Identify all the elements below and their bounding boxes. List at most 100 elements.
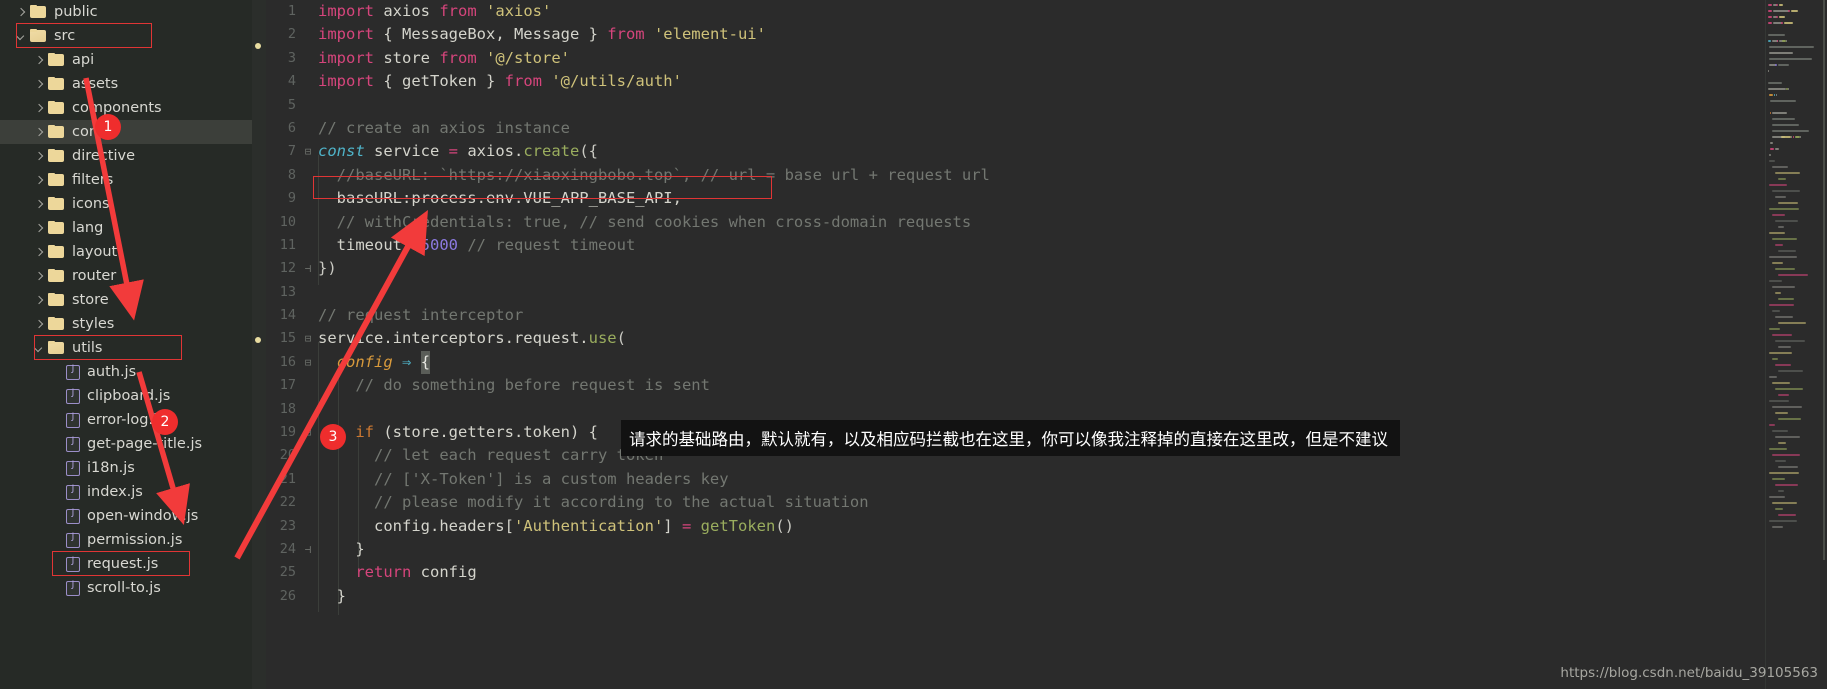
tree-item-components[interactable]: components xyxy=(0,96,252,120)
code-line[interactable]: 24 ⊣ } xyxy=(266,538,1827,561)
code-line[interactable]: 10 // withCredentials: true, // send coo… xyxy=(266,211,1827,234)
minimap-line-segment xyxy=(1772,190,1800,192)
code-line[interactable]: 23 config.headers['Authentication'] = ge… xyxy=(266,515,1827,538)
minimap-line-segment xyxy=(1778,298,1794,300)
minimap-line-segment xyxy=(1778,394,1789,396)
code-token: = xyxy=(681,516,692,535)
code-fold-toggle[interactable]: ⊟ xyxy=(300,327,316,350)
chevron-right-icon[interactable] xyxy=(32,126,45,139)
tree-item-store[interactable]: store xyxy=(0,288,252,312)
code-line[interactable]: 8 //baseURL: `https://xiaoxingbobo.top`,… xyxy=(266,164,1827,187)
chevron-right-icon[interactable] xyxy=(32,78,45,91)
code-line[interactable]: 9 baseURL:process.env.VUE_APP_BASE_API, xyxy=(266,187,1827,210)
code-token: { MessageBox, Message } xyxy=(374,25,608,44)
chevron-right-icon[interactable] xyxy=(14,6,27,19)
minimap-line-segment xyxy=(1768,40,1771,42)
tree-item-open-window-js[interactable]: open-window.js xyxy=(0,504,252,528)
tree-item-permission-js[interactable]: permission.js xyxy=(0,528,252,552)
chevron-down-icon[interactable] xyxy=(32,342,45,355)
chevron-right-icon[interactable] xyxy=(32,246,45,259)
editor-minimap[interactable] xyxy=(1765,0,1827,689)
tree-item-styles[interactable]: styles xyxy=(0,312,252,336)
code-line[interactable]: 11 timeout: 5000 // request timeout xyxy=(266,234,1827,257)
code-lines[interactable]: 1 import axios from 'axios' 2 import { Mess… xyxy=(266,0,1827,608)
minimap-line-segment xyxy=(1770,148,1774,150)
code-line[interactable]: 12 ⊣}) xyxy=(266,257,1827,280)
tree-item-src[interactable]: src xyxy=(0,24,252,48)
code-line[interactable]: 16 ⊟ config ⇒ { xyxy=(266,350,1827,375)
code-line[interactable]: 18 xyxy=(266,398,1827,421)
minimap-line-segment xyxy=(1778,514,1796,516)
tree-item-clipboard-js[interactable]: clipboard.js xyxy=(0,384,252,408)
code-line[interactable]: 14 // request interceptor xyxy=(266,304,1827,327)
chevron-right-icon[interactable] xyxy=(32,54,45,67)
code-line-text: service.interceptors.request.use( xyxy=(316,327,626,350)
tree-item-request-js[interactable]: request.js xyxy=(0,552,252,576)
chevron-right-icon[interactable] xyxy=(32,198,45,211)
code-line[interactable]: 1 import axios from 'axios' xyxy=(266,0,1827,23)
code-fold-toggle[interactable]: ⊣ xyxy=(300,257,316,280)
tree-item-router[interactable]: router xyxy=(0,264,252,288)
minimap-line-segment xyxy=(1769,154,1772,156)
tree-item-assets[interactable]: assets xyxy=(0,72,252,96)
code-line[interactable]: 22 // please modify it according to the … xyxy=(266,491,1827,514)
tree-item-directive[interactable]: directive xyxy=(0,144,252,168)
code-line[interactable]: 7 ⊟ const service = axios.create({ xyxy=(266,140,1827,163)
code-line[interactable]: 13 xyxy=(266,281,1827,304)
tree-item-icons[interactable]: icons xyxy=(0,192,252,216)
tree-item-scroll-to-js[interactable]: scroll-to.js xyxy=(0,576,252,600)
line-number: 20 xyxy=(279,447,296,464)
tree-item-get-page-title-js[interactable]: get-page-title.js xyxy=(0,432,252,456)
code-fold-toggle[interactable]: ⊟ xyxy=(300,351,316,374)
minimap-line-segment xyxy=(1778,466,1799,468)
tree-item-i18n-js[interactable]: i18n.js xyxy=(0,456,252,480)
chevron-right-icon[interactable] xyxy=(32,318,45,331)
tree-item-auth-js[interactable]: auth.js xyxy=(0,360,252,384)
code-token: ] xyxy=(663,516,673,535)
tree-item-layout[interactable]: layout xyxy=(0,240,252,264)
tree-item-config[interactable]: config xyxy=(0,120,252,144)
chevron-right-icon[interactable] xyxy=(32,150,45,163)
code-line[interactable]: 26 } xyxy=(266,585,1827,608)
project-file-tree[interactable]: public src api assets components config direct… xyxy=(0,0,252,689)
tree-item-label: request.js xyxy=(87,556,159,572)
chevron-down-icon[interactable] xyxy=(14,30,27,43)
tree-item-label: filters xyxy=(72,172,114,188)
code-fold-toggle[interactable]: ⊣ xyxy=(300,538,316,561)
code-fold-toggle[interactable]: ⊟ xyxy=(300,421,316,444)
minimap-line-segment xyxy=(1769,160,1775,162)
minimap-line-segment xyxy=(1769,46,1815,48)
tree-item-lang[interactable]: lang xyxy=(0,216,252,240)
chevron-right-icon[interactable] xyxy=(32,174,45,187)
line-number: 7 xyxy=(287,143,296,160)
line-number: 9 xyxy=(287,190,296,207)
chevron-right-icon[interactable] xyxy=(32,270,45,283)
tree-item-public[interactable]: public xyxy=(0,0,252,24)
tree-item-api[interactable]: api xyxy=(0,48,252,72)
code-editor[interactable]: 1 import axios from 'axios' 2 import { Mess… xyxy=(266,0,1827,689)
code-line[interactable]: 25 return config xyxy=(266,561,1827,584)
line-number: 6 xyxy=(287,119,296,136)
code-line[interactable]: 5 xyxy=(266,94,1827,117)
tree-item-error-log-js[interactable]: error-log.js xyxy=(0,408,252,432)
javascript-file-icon xyxy=(66,436,80,452)
code-line[interactable]: 21 // ['X-Token'] is a custom headers ke… xyxy=(266,468,1827,491)
minimap-scrollbar[interactable] xyxy=(1823,0,1825,560)
code-line[interactable]: 6 // create an axios instance xyxy=(266,117,1827,140)
code-fold-toggle[interactable]: ⊟ xyxy=(300,140,316,163)
code-line[interactable]: 15 ⊟ service.interceptors.request.use( xyxy=(266,327,1827,350)
code-line[interactable]: 3 import store from '@/store' xyxy=(266,47,1827,70)
tree-item-utils[interactable]: utils xyxy=(0,336,252,360)
chevron-right-icon[interactable] xyxy=(32,294,45,307)
code-token: } xyxy=(318,539,365,558)
tree-item-index-js[interactable]: index.js xyxy=(0,480,252,504)
code-line[interactable]: 17 // do something before request is sen… xyxy=(266,374,1827,397)
tree-item-label: auth.js xyxy=(87,364,137,380)
tree-item-filters[interactable]: filters xyxy=(0,168,252,192)
chevron-right-icon[interactable] xyxy=(32,102,45,115)
code-line[interactable]: 2 import { MessageBox, Message } from 'el… xyxy=(266,23,1827,46)
chevron-right-icon[interactable] xyxy=(32,222,45,235)
code-line[interactable]: 4 import { getToken } from '@/utils/auth' xyxy=(266,70,1827,93)
